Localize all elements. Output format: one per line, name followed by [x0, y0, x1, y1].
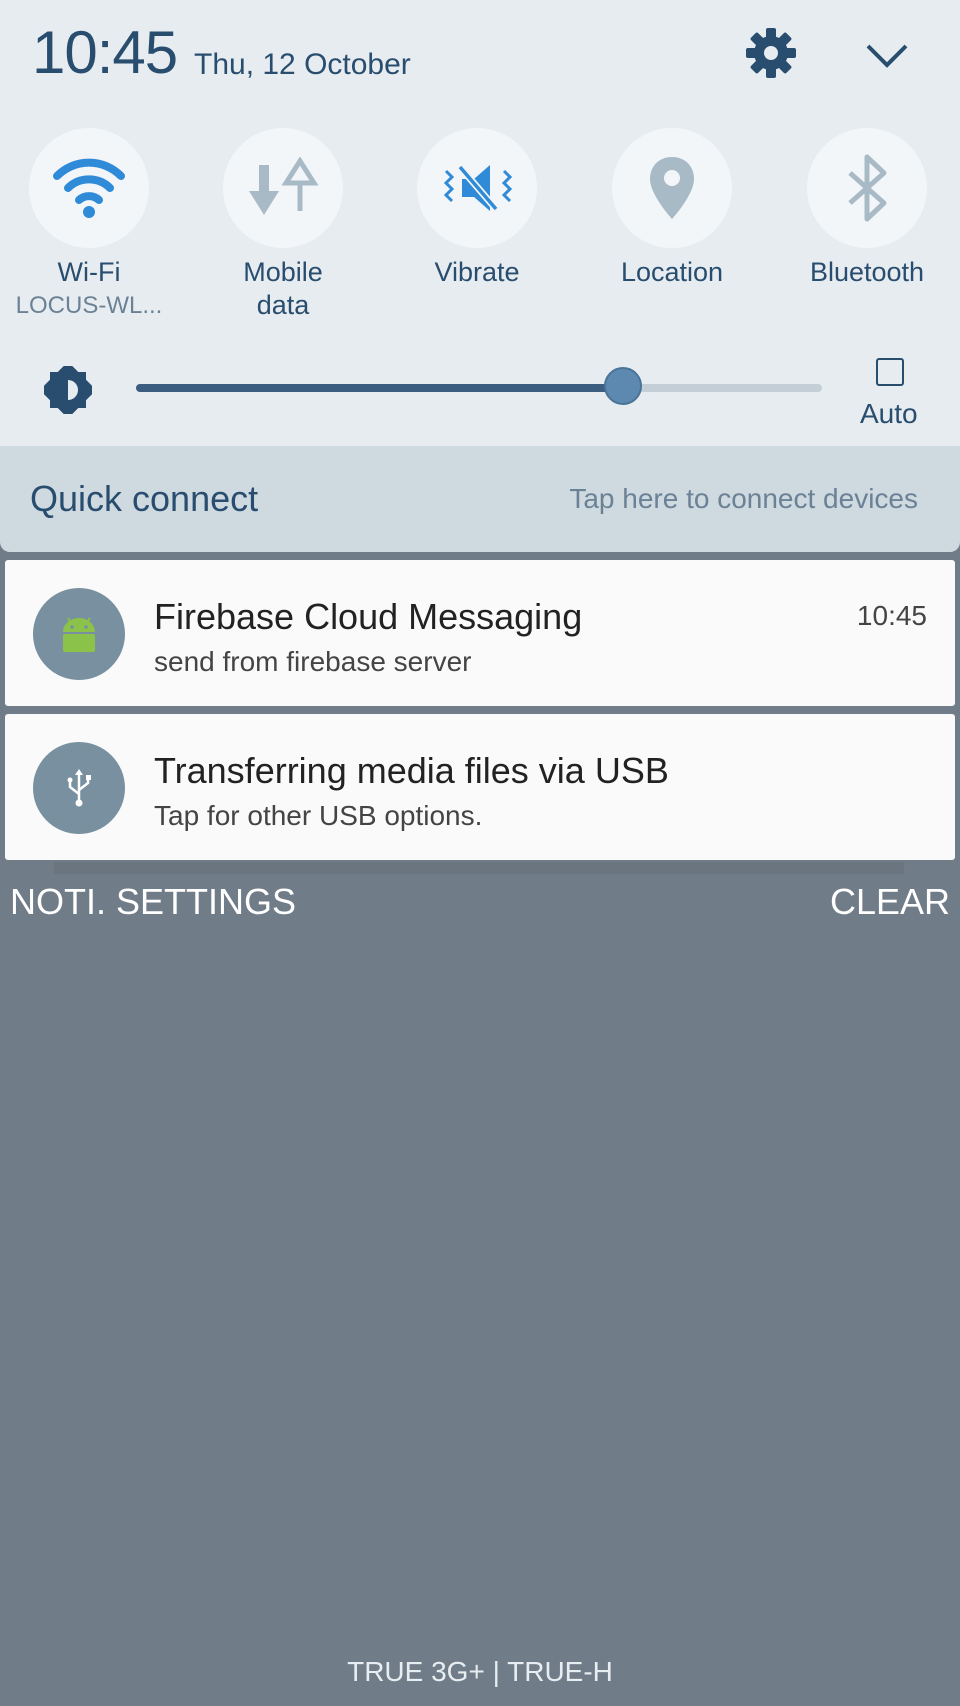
- quick-connect-hint: Tap here to connect devices: [569, 483, 918, 514]
- android-icon: [33, 588, 125, 680]
- toggle-label: Bluetooth: [809, 257, 925, 287]
- auto-brightness-checkbox[interactable]: [876, 358, 904, 386]
- toggle-label: Location: [620, 257, 724, 287]
- notification-body: Tap for other USB options.: [154, 800, 483, 831]
- toggle-bluetooth[interactable]: Bluetooth: [770, 128, 960, 289]
- chevron-down-icon[interactable]: [862, 38, 912, 74]
- toggle-label: Vibrate: [434, 257, 520, 287]
- notification-usb[interactable]: Transferring media files via USB Tap for…: [5, 714, 955, 860]
- toggle-wifi[interactable]: Wi-Fi LOCUS-WL...: [0, 128, 186, 321]
- vibrate-icon: [417, 128, 537, 248]
- usb-icon: [33, 742, 125, 834]
- notification-settings-button[interactable]: NOTI. SETTINGS: [10, 881, 296, 923]
- quick-connect-bar[interactable]: Quick connect Tap here to connect device…: [0, 446, 960, 552]
- toggle-location[interactable]: Location: [575, 128, 769, 289]
- clock-time: 10:45: [32, 19, 178, 86]
- carrier-label: TRUE 3G+ | TRUE-H: [347, 1656, 613, 1687]
- notification-title: Firebase Cloud Messaging: [154, 596, 583, 637]
- quick-panel: 10:45 Thu, 12 October Wi-Fi LOCUS-WL... …: [0, 0, 960, 446]
- quick-connect-title: Quick connect: [30, 478, 259, 519]
- toggle-vibrate[interactable]: Vibrate: [380, 128, 574, 289]
- notification-firebase[interactable]: Firebase Cloud Messaging send from fireb…: [5, 560, 955, 706]
- toggle-mobile-data[interactable]: Mobile data: [186, 128, 380, 322]
- gear-icon[interactable]: [746, 28, 796, 78]
- auto-brightness-label: Auto: [860, 398, 918, 429]
- bluetooth-icon: [807, 128, 927, 248]
- brightness-icon: [39, 361, 97, 419]
- brightness-thumb[interactable]: [604, 367, 643, 405]
- toggle-sublabel: LOCUS-WL...: [15, 292, 163, 319]
- toggle-label: Mobile data: [243, 257, 323, 320]
- notification-time: 10:45: [856, 600, 927, 631]
- clear-button[interactable]: CLEAR: [830, 881, 950, 923]
- brightness-fill: [136, 384, 624, 392]
- notification-stack-edge: [54, 862, 904, 874]
- location-pin-icon: [612, 128, 732, 248]
- notification-body: send from firebase server: [154, 646, 472, 677]
- toggle-label: Wi-Fi: [57, 257, 121, 287]
- notification-title: Transferring media files via USB: [154, 750, 669, 791]
- brightness-slider[interactable]: [136, 367, 822, 405]
- clock-date: Thu, 12 October: [194, 48, 411, 81]
- wifi-icon: [29, 128, 149, 248]
- mobile-data-icon: [223, 128, 343, 248]
